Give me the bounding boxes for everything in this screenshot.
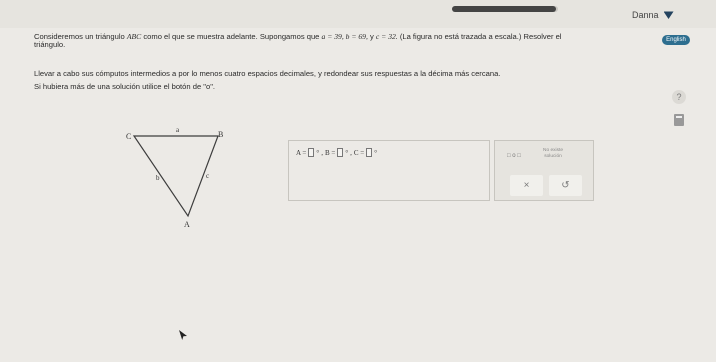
progress-fill [452, 6, 556, 12]
problem-line-2: triángulo. [34, 40, 66, 49]
help-button[interactable]: ? [672, 90, 686, 104]
vertex-c-label: C [126, 132, 131, 141]
top-bar: Danna [0, 0, 716, 28]
degree-mark-c: ° [374, 148, 378, 157]
angle-b-label: B = [324, 148, 336, 157]
problem-line-1: Consideremos un triángulo ABC como el qu… [34, 32, 562, 41]
undo-button[interactable]: ↺ [549, 175, 582, 196]
comma-b: , [350, 148, 352, 157]
calculator-icon[interactable] [674, 114, 684, 126]
no-solution-button[interactable]: No existe solución [539, 148, 567, 160]
angle-a-label: A = [296, 148, 307, 157]
or-button[interactable]: □ o □ [507, 153, 521, 159]
mouse-cursor-icon [179, 330, 187, 340]
vertex-a-label: A [184, 220, 190, 229]
problem-line-4: Si hubiera más de una solución utilice e… [34, 82, 216, 91]
tools-panel: □ o □ No existe solución × ↺ [494, 140, 594, 201]
triangle-figure: C B A a b c [126, 126, 223, 229]
side-b-label: b [156, 174, 160, 182]
problem-line-3: Llevar a cabo sus cómputos intermedios a… [34, 69, 501, 78]
answer-box: A = ° , B = ° , C = ° [288, 140, 490, 201]
user-name: Danna [632, 10, 659, 20]
angle-c-input[interactable] [366, 148, 373, 157]
clear-button[interactable]: × [510, 175, 543, 196]
language-button[interactable]: English [662, 35, 690, 45]
angle-b-input[interactable] [337, 148, 344, 157]
vertex-b-label: B [218, 130, 223, 139]
side-c-label: c [206, 172, 209, 180]
angle-a-input[interactable] [308, 148, 315, 157]
chevron-down-icon[interactable] [663, 11, 674, 19]
degree-mark-b: ° [345, 148, 349, 157]
comma-a: , [321, 148, 323, 157]
answer-line: A = ° , B = ° , C = ° [296, 148, 377, 157]
user-menu[interactable]: Danna [632, 7, 692, 23]
degree-mark-a: ° [316, 148, 320, 157]
angle-c-label: C = [353, 148, 365, 157]
side-a-label: a [176, 126, 180, 134]
progress-bar [452, 6, 558, 12]
